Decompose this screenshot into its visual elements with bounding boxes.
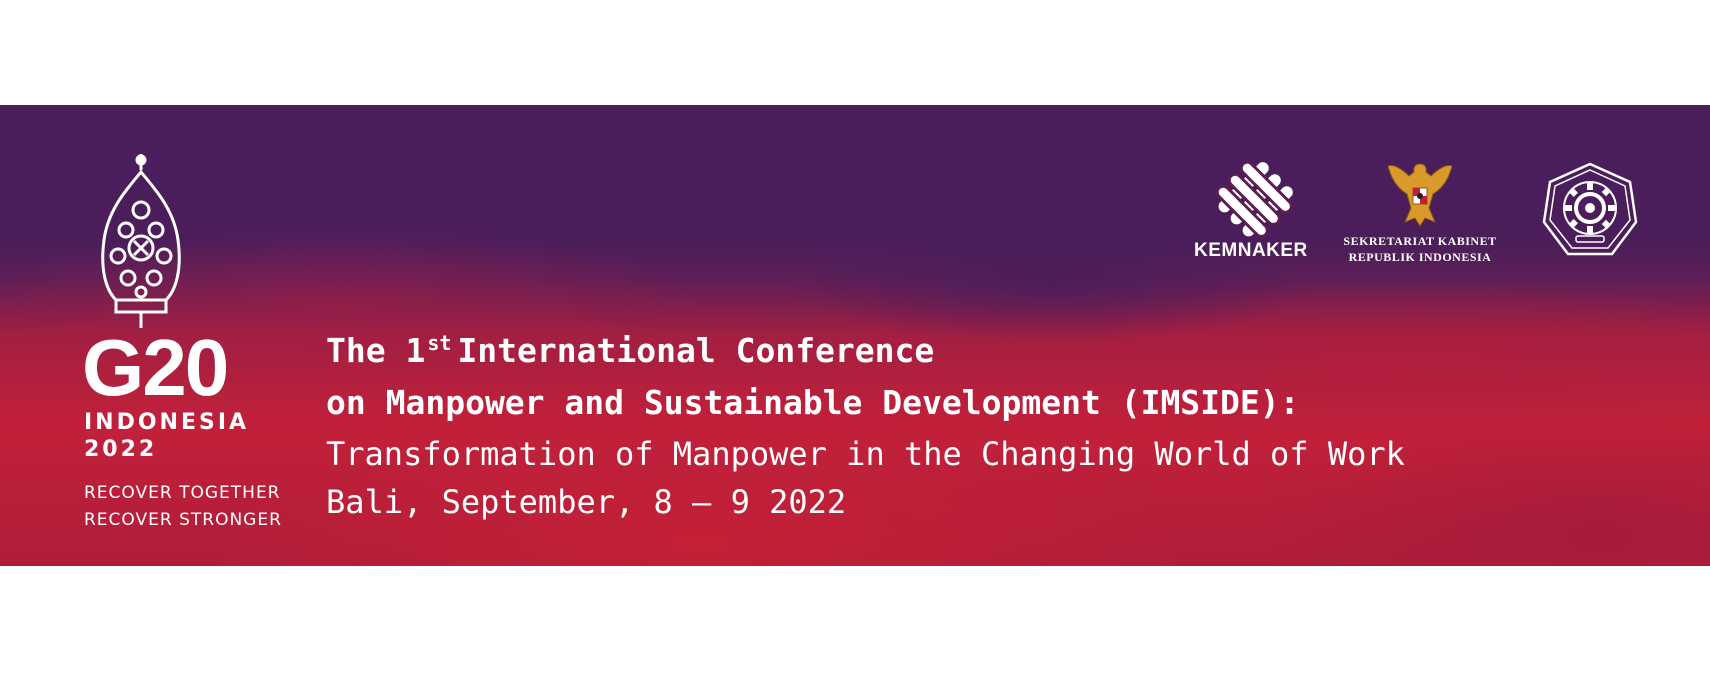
g20-tagline-2: RECOVER STRONGER [84, 510, 282, 530]
seskab-label-2: REPUBLIK INDONESIA [1348, 250, 1492, 264]
university-seal-logo [1540, 160, 1640, 260]
page: G20 INDONESIA 2022 RECOVER TOGETHER RECO… [0, 0, 1710, 687]
g20-country: INDONESIA [84, 410, 250, 435]
g20-kayonan-emblem-icon [101, 154, 181, 328]
title-ordinal-suffix: st [427, 331, 452, 355]
kemnaker-label: KEMNAKER [1194, 240, 1308, 261]
g20-tagline-1: RECOVER TOGETHER [84, 483, 281, 503]
title-prefix: The 1 [326, 331, 426, 370]
university-seal-icon [1542, 162, 1638, 256]
kemnaker-logo: KEMNAKER [1190, 158, 1320, 268]
kemnaker-knot-icon [1215, 160, 1293, 238]
seskab-label-1: SEKRETARIAT KABINET [1343, 234, 1497, 248]
conference-title-line-1: The 1st International Conference [326, 331, 934, 370]
conference-title-line-2: on Manpower and Sustainable Development … [326, 383, 1300, 422]
conference-theme: Transformation of Manpower in the Changi… [326, 435, 1405, 473]
g20-year: 2022 [84, 437, 158, 462]
title-suffix: International Conference [457, 331, 935, 370]
conference-location-date: Bali, September, 8 – 9 2022 [326, 483, 847, 521]
garuda-emblem-icon [1387, 163, 1453, 227]
g20-wordmark: G20 [82, 323, 229, 412]
g20-indonesia-logo: G20 INDONESIA 2022 RECOVER TOGETHER RECO… [72, 150, 282, 530]
sekretariat-kabinet-logo: SEKRETARIAT KABINET REPUBLIK INDONESIA [1334, 158, 1506, 268]
